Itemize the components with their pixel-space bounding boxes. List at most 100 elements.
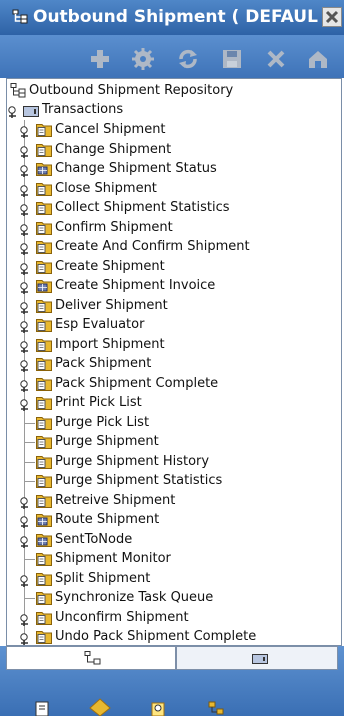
- tree-item-label: Retreive Shipment: [55, 493, 176, 508]
- tree-item-label: Purge Pick List: [55, 415, 150, 430]
- tree-item-label: SentToNode: [55, 532, 133, 547]
- folder-doc-icon: [36, 220, 52, 235]
- gear-icon: [132, 48, 154, 70]
- expander-icon[interactable]: [20, 514, 33, 528]
- tree-item[interactable]: Create Shipment Invoice: [7, 276, 341, 296]
- tree-branch-line: [25, 423, 35, 424]
- search-button[interactable]: [146, 698, 170, 717]
- tree-item-label: Deliver Shipment: [55, 298, 168, 313]
- export-button[interactable]: [306, 47, 330, 71]
- diamond-button[interactable]: [88, 698, 112, 717]
- folder-doc-icon: [36, 239, 52, 254]
- tree-group-label: Transactions: [42, 102, 124, 117]
- tree-item-label: Esp Evaluator: [55, 317, 145, 332]
- expander-icon[interactable]: [20, 241, 33, 255]
- tree-item[interactable]: Esp Evaluator: [7, 315, 341, 335]
- tree-item-label: Create Shipment Invoice: [55, 278, 216, 293]
- tree-item[interactable]: Collect Shipment Statistics: [7, 198, 341, 218]
- expander-icon[interactable]: [20, 300, 33, 314]
- tree-item-label: Confirm Shipment: [55, 220, 173, 235]
- tree-branch-line: [25, 462, 35, 463]
- tree-item-label: Purge Shipment History: [55, 454, 210, 469]
- folder-grid-icon: [36, 161, 52, 176]
- tree-item[interactable]: Confirm Shipment: [7, 218, 341, 238]
- expander-icon[interactable]: [20, 378, 33, 392]
- add-button[interactable]: [88, 47, 112, 71]
- tree-item[interactable]: Undo Pack Shipment Complete: [7, 627, 341, 645]
- expander-icon[interactable]: [20, 397, 33, 411]
- expander-icon[interactable]: [20, 631, 33, 645]
- settings-button[interactable]: [131, 47, 155, 71]
- folder-doc-icon: [36, 259, 52, 274]
- tree-item-label: Split Shipment: [55, 571, 151, 586]
- tree-group-transactions[interactable]: Transactions: [7, 100, 341, 120]
- tree-item[interactable]: Split Shipment: [7, 569, 341, 589]
- save-button[interactable]: [220, 47, 244, 71]
- expander-icon[interactable]: [20, 495, 33, 509]
- tree-item-label: Pack Shipment Complete: [55, 376, 219, 391]
- tree-item[interactable]: Synchronize Task Queue: [7, 588, 341, 608]
- tree-item[interactable]: Create And Confirm Shipment: [7, 237, 341, 257]
- tree-item[interactable]: Purge Shipment Statistics: [7, 471, 341, 491]
- tree-item[interactable]: Retreive Shipment: [7, 491, 341, 511]
- expander-icon[interactable]: [20, 222, 33, 236]
- tree-item-label: Route Shipment: [55, 512, 160, 527]
- refresh-button[interactable]: [176, 47, 200, 71]
- expander-icon[interactable]: [20, 534, 33, 548]
- expander-icon[interactable]: [8, 104, 21, 118]
- tree-item-label: Print Pick List: [55, 395, 142, 410]
- tree-item[interactable]: Unconfirm Shipment: [7, 608, 341, 628]
- expander-icon[interactable]: [20, 358, 33, 372]
- expander-icon[interactable]: [20, 280, 33, 294]
- expander-icon[interactable]: [20, 124, 33, 138]
- tree-item[interactable]: Route Shipment: [7, 510, 341, 530]
- tree-item[interactable]: Import Shipment: [7, 335, 341, 355]
- tree-item-label: Close Shipment: [55, 181, 157, 196]
- tree-item[interactable]: Create Shipment: [7, 257, 341, 277]
- hierarchy-icon: [84, 651, 101, 665]
- search-icon: [151, 702, 165, 717]
- tree-item[interactable]: Purge Shipment History: [7, 452, 341, 472]
- hierarchy-button[interactable]: [204, 698, 228, 716]
- folder-doc-icon: [36, 473, 52, 488]
- hierarchy-icon: [12, 9, 28, 25]
- folder-doc-icon: [36, 337, 52, 352]
- tree-item[interactable]: Pack Shipment Complete: [7, 374, 341, 394]
- expander-icon[interactable]: [20, 573, 33, 587]
- tree-item[interactable]: Deliver Shipment: [7, 296, 341, 316]
- tree-item[interactable]: Print Pick List: [7, 393, 341, 413]
- tab-tree-view[interactable]: [6, 646, 176, 670]
- tree-item[interactable]: Shipment Monitor: [7, 549, 341, 569]
- tree-item[interactable]: Purge Pick List: [7, 413, 341, 433]
- delete-button[interactable]: [264, 47, 288, 71]
- tree-item[interactable]: Purge Shipment: [7, 432, 341, 452]
- close-button[interactable]: [322, 7, 342, 27]
- tree-branch-line: [25, 442, 35, 443]
- tree-root[interactable]: Outbound Shipment Repository: [7, 81, 341, 101]
- tree-item[interactable]: Pack Shipment: [7, 354, 341, 374]
- save-icon: [223, 50, 241, 68]
- folder-doc-icon: [36, 122, 52, 137]
- expander-icon[interactable]: [20, 261, 33, 275]
- tree-item[interactable]: SentToNode: [7, 530, 341, 550]
- tab-list-view[interactable]: [176, 646, 338, 670]
- document-button[interactable]: [30, 698, 54, 717]
- expander-icon[interactable]: [20, 202, 33, 216]
- expander-icon[interactable]: [20, 144, 33, 158]
- tree-item[interactable]: Close Shipment: [7, 179, 341, 199]
- expander-icon[interactable]: [20, 339, 33, 353]
- tree-item-label: Undo Pack Shipment Complete: [55, 629, 257, 644]
- folder-doc-icon: [36, 142, 52, 157]
- folder-doc-icon: [36, 454, 52, 469]
- tree-item[interactable]: Change Shipment: [7, 140, 341, 160]
- expander-icon[interactable]: [20, 163, 33, 177]
- folder-doc-icon: [36, 356, 52, 371]
- tree-item[interactable]: Change Shipment Status: [7, 159, 341, 179]
- tree-item-label: Collect Shipment Statistics: [55, 200, 230, 215]
- expander-icon[interactable]: [20, 612, 33, 626]
- folder-doc-icon: [36, 610, 52, 625]
- tree-item[interactable]: Cancel Shipment: [7, 120, 341, 140]
- expander-icon[interactable]: [20, 183, 33, 197]
- folder-doc-icon: [36, 200, 52, 215]
- expander-icon[interactable]: [20, 319, 33, 333]
